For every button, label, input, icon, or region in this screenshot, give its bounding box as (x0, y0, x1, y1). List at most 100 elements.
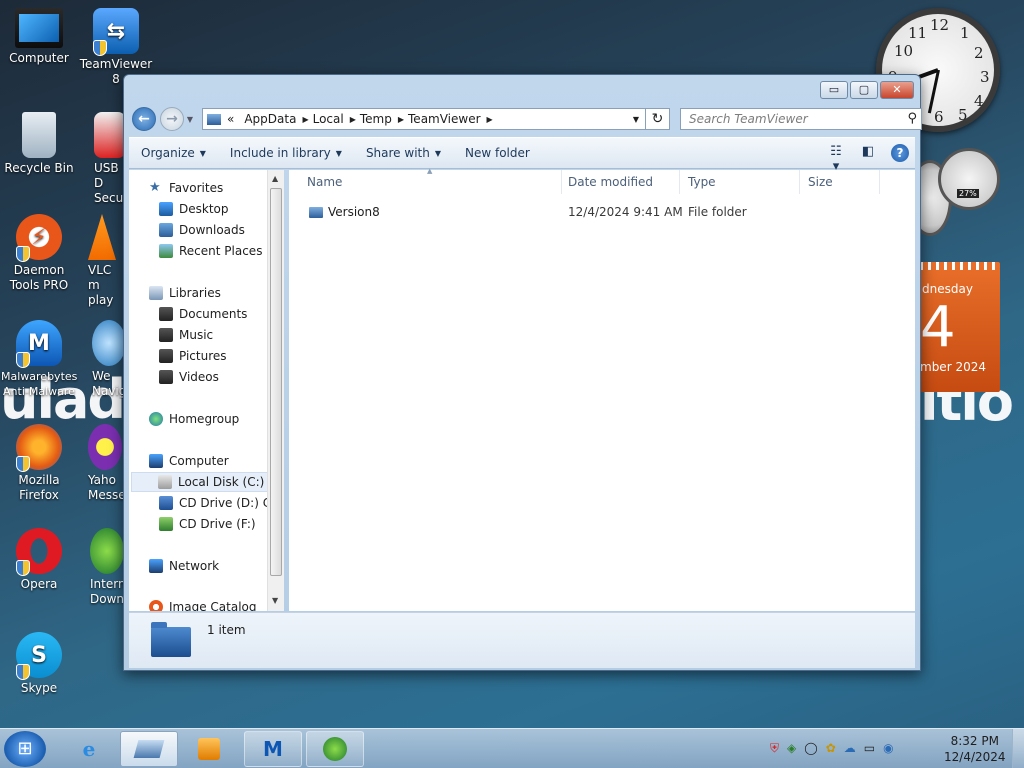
back-button[interactable]: ← (132, 107, 156, 131)
nav-scrollbar[interactable]: ▲ ▼ (267, 170, 284, 611)
desktop-icon-yahoo-messenger[interactable]: Yaho Messe (78, 424, 126, 503)
desktop-icon-computer[interactable]: Computer (1, 8, 77, 66)
desktop-icon-malwarebytes[interactable]: M Malwarebytes Anti-Malware (1, 320, 77, 399)
desktop-icon-label: Recycle Bin (4, 161, 74, 175)
nav-documents[interactable]: Documents (159, 307, 247, 321)
messenger-tray-icon[interactable]: ◯ (804, 741, 817, 756)
nav-computer[interactable]: Computer (149, 454, 229, 468)
preview-pane-icon[interactable]: ◧ (859, 144, 877, 162)
nav-videos[interactable]: Videos (159, 370, 219, 384)
refresh-button[interactable]: ↻ (646, 108, 670, 130)
nav-libraries[interactable]: Libraries (149, 286, 221, 300)
breadcrumb-temp[interactable]: Temp (356, 112, 398, 126)
nav-downloads[interactable]: Downloads (159, 223, 245, 237)
display-tray-icon[interactable]: ▭ (864, 741, 875, 756)
calendar-day: dnesday (922, 282, 973, 296)
desktop-icon-firefox[interactable]: Mozilla Firefox (1, 424, 77, 503)
breadcrumb-local[interactable]: Local (309, 112, 350, 126)
network-tray-icon[interactable]: ◈ (787, 741, 796, 756)
desktop-icon-recycle-bin[interactable]: Recycle Bin (1, 112, 77, 176)
column-header-size[interactable]: Size (800, 170, 880, 194)
explorer-window[interactable]: ▭ ▢ ✕ ← → ▼ « AppData ▶ Local ▶ Temp ▶ Team… (123, 74, 922, 671)
clock-number: 12 (930, 16, 950, 34)
taskbar-malwarebytes[interactable]: M (244, 731, 302, 767)
meter-gauge-gadget[interactable]: 27% (938, 148, 1000, 210)
nav-cd-drive-f[interactable]: CD Drive (F:) (159, 517, 256, 531)
desktop-icon-internet-download[interactable]: Intern Down (78, 528, 126, 607)
address-bar[interactable]: « AppData ▶ Local ▶ Temp ▶ TeamViewer ▶ ▼ (202, 108, 646, 130)
desktop-icon-skype[interactable]: S Skype (1, 632, 77, 696)
cd-drive-icon (159, 517, 173, 531)
show-desktop-button[interactable] (1012, 729, 1024, 768)
scroll-thumb[interactable] (270, 188, 282, 576)
desktop-icon-web-navigator[interactable]: We Naviga (78, 320, 126, 399)
nav-desktop[interactable]: Desktop (159, 202, 229, 216)
new-folder-button[interactable]: New folder (453, 146, 542, 160)
nav-pictures[interactable]: Pictures (159, 349, 227, 363)
scroll-up-icon[interactable]: ▲ (272, 174, 278, 183)
desktop-icon-usb-security[interactable]: USB D Secu (78, 112, 126, 206)
include-in-library-button[interactable]: Include in library ▼ (218, 146, 354, 160)
cloud-tray-icon[interactable]: ☁ (844, 741, 856, 756)
volume-tray-icon[interactable]: ◉ (883, 741, 893, 756)
nav-favorites[interactable]: ★ Favorites (149, 180, 223, 196)
help-icon[interactable]: ? (891, 144, 909, 162)
change-view-icon[interactable]: ☷ ▾ (827, 144, 845, 174)
forward-button[interactable]: → (160, 107, 184, 131)
nav-homegroup[interactable]: Homegroup (149, 412, 239, 426)
breadcrumb-teamviewer[interactable]: TeamViewer (404, 112, 487, 126)
star-icon: ★ (149, 180, 161, 195)
nav-cd-drive-d[interactable]: CD Drive (D:) CD (159, 496, 279, 510)
item-count: 1 item (207, 623, 246, 637)
nav-music[interactable]: Music (159, 328, 213, 342)
desktop-icon (159, 202, 173, 216)
breadcrumb-overflow[interactable]: « (227, 112, 234, 126)
vlc-icon (88, 214, 116, 260)
include-in-library-label: Include in library (229, 146, 331, 160)
nav-image-catalog[interactable]: Image Catalog (149, 600, 256, 611)
desktop-icon-opera[interactable]: Opera (1, 528, 77, 592)
taskbar-download-manager[interactable] (306, 731, 364, 767)
taskbar-media-player[interactable] (180, 731, 238, 767)
column-header-date-modified[interactable]: Date modified (560, 170, 680, 194)
search-icon[interactable]: ⚲ (907, 111, 917, 126)
calendar-gadget[interactable]: dnesday 4 mber 2024 (920, 262, 1000, 392)
clock-number: 10 (894, 42, 914, 60)
breadcrumb-separator-icon[interactable]: ▶ (487, 115, 493, 124)
column-header-type[interactable]: Type (680, 170, 800, 194)
folder-icon (207, 113, 221, 125)
address-dropdown-icon[interactable]: ▼ (633, 115, 639, 124)
organize-button[interactable]: Organize ▼ (129, 146, 218, 160)
nav-local-disk[interactable]: Local Disk (C:) (131, 472, 279, 492)
scroll-down-icon[interactable]: ▼ (272, 596, 278, 605)
column-header-name[interactable]: Name ▲ (299, 167, 562, 194)
close-button[interactable]: ✕ (880, 81, 914, 99)
desktop-icon-daemon-tools[interactable]: ⚡ Daemon Tools PRO (1, 214, 77, 293)
breadcrumb-appdata[interactable]: AppData (240, 112, 302, 126)
nav-network[interactable]: Network (149, 559, 219, 573)
desktop-icon-label: Computer (9, 51, 69, 65)
desktop-icon-label: Yaho Messe (88, 473, 126, 502)
malwarebytes-icon: M (16, 320, 62, 368)
nav-label: Local Disk (C:) (178, 475, 265, 489)
minimize-button[interactable]: ▭ (820, 81, 848, 99)
windows-logo-icon: ⊞ (17, 738, 33, 759)
maximize-button[interactable]: ▢ (850, 81, 878, 99)
file-row[interactable]: Version8 12/4/2024 9:41 AM File folder (289, 202, 915, 222)
opera-icon (16, 528, 62, 576)
desktop-icon-vlc[interactable]: VLC m play (78, 214, 126, 308)
file-list[interactable]: Name ▲ Date modified Type Size Version8 1… (289, 167, 915, 611)
navigation-pane[interactable]: ★ Favorites Desktop Downloads Recent Plac… (129, 170, 280, 611)
recent-pages-dropdown[interactable]: ▼ (184, 115, 196, 124)
taskbar-explorer[interactable] (120, 731, 178, 767)
search-input[interactable]: Search TeamViewer ⚲ (680, 108, 922, 130)
nav-recent-places[interactable]: Recent Places (159, 244, 262, 258)
taskbar-clock[interactable]: 8:32 PM 12/4/2024 (944, 733, 1006, 765)
taskbar-internet-explorer[interactable]: e (60, 731, 118, 767)
share-with-button[interactable]: Share with ▼ (354, 146, 453, 160)
taskbar-time: 8:32 PM (950, 734, 999, 748)
tools-tray-icon[interactable]: ✿ (826, 741, 836, 756)
start-button[interactable]: ⊞ (4, 731, 46, 767)
security-shield-icon[interactable]: ⛨ (770, 741, 779, 756)
documents-icon (159, 307, 173, 321)
